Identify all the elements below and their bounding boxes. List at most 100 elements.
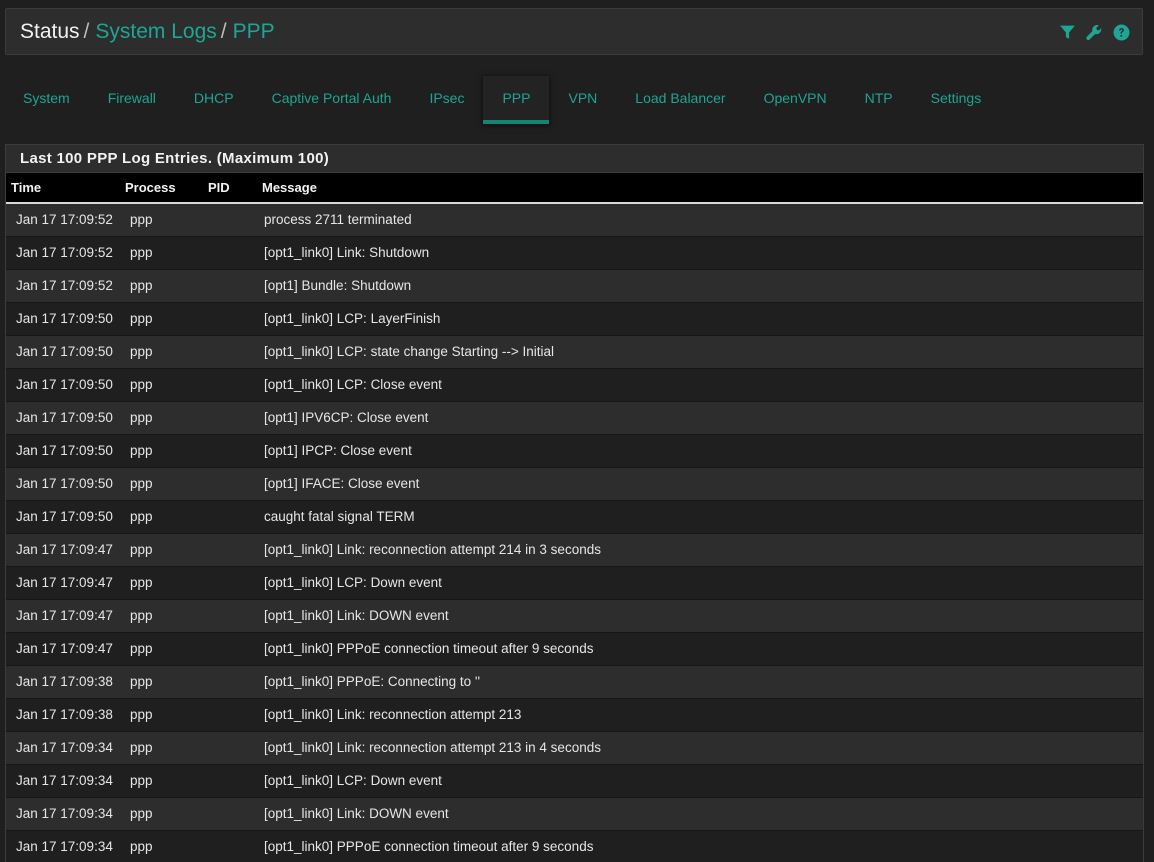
cell-time: Jan 17 17:09:52 xyxy=(16,278,113,293)
cell-process: ppp xyxy=(130,245,153,260)
tab-vpn[interactable]: VPN xyxy=(549,76,616,124)
tab-openvpn[interactable]: OpenVPN xyxy=(745,76,846,124)
table-row: Jan 17 17:09:52 ppp process 2711 terminate… xyxy=(6,203,1143,236)
table-row: Jan 17 17:09:50 ppp [opt1] IPV6CP: Close e… xyxy=(6,401,1143,434)
cell-process: ppp xyxy=(130,542,153,557)
tab-ppp[interactable]: PPP xyxy=(483,76,550,124)
cell-process: ppp xyxy=(130,806,153,821)
cell-time: Jan 17 17:09:34 xyxy=(16,839,113,855)
cell-message: [opt1_link0] LCP: state change Starting … xyxy=(264,344,555,359)
cell-pid xyxy=(203,203,257,236)
cell-process: ppp xyxy=(130,839,153,855)
cell-process: ppp xyxy=(130,674,153,689)
table-row: Jan 17 17:09:34 ppp [opt1_link0] PPPoE con… xyxy=(6,830,1143,862)
tab-firewall[interactable]: Firewall xyxy=(89,76,175,124)
cell-time: Jan 17 17:09:34 xyxy=(16,773,113,788)
tab-ipsec[interactable]: IPsec xyxy=(410,76,483,124)
panel-title: Last 100 PPP Log Entries. (Maximum 100) xyxy=(6,145,1143,173)
table-row: Jan 17 17:09:47 ppp [opt1_link0] Link: rec… xyxy=(6,533,1143,566)
cell-time: Jan 17 17:09:50 xyxy=(16,344,113,359)
cell-process: ppp xyxy=(130,476,153,491)
header-icons xyxy=(1058,23,1130,41)
cell-pid xyxy=(203,302,257,335)
cell-process: ppp xyxy=(130,773,153,788)
cell-pid xyxy=(203,665,257,698)
cell-process: ppp xyxy=(130,377,153,392)
table-row: Jan 17 17:09:50 ppp [opt1_link0] LCP: Laye… xyxy=(6,302,1143,335)
cell-message: [opt1_link0] Link: Shutdown xyxy=(264,245,430,260)
breadcrumb-system-logs[interactable]: System Logs xyxy=(95,20,216,43)
cell-pid xyxy=(203,269,257,302)
column-header-time: Time xyxy=(11,180,42,195)
table-row: Jan 17 17:09:50 ppp [opt1] IFACE: Close ev… xyxy=(6,467,1143,500)
table-row: Jan 17 17:09:50 ppp [opt1_link0] LCP: stat… xyxy=(6,335,1143,368)
wrench-icon[interactable] xyxy=(1085,23,1103,41)
cell-pid xyxy=(203,830,257,862)
cell-time: Jan 17 17:09:50 xyxy=(16,377,113,392)
cell-time: Jan 17 17:09:52 xyxy=(16,245,113,260)
table-row: Jan 17 17:09:52 ppp [opt1_link0] Link: Shu… xyxy=(6,236,1143,269)
cell-message: process 2711 terminated xyxy=(264,212,412,228)
cell-message: [opt1_link0] PPPoE connection timeout af… xyxy=(264,641,594,656)
cell-pid xyxy=(203,632,257,665)
cell-message: [opt1_link0] Link: reconnection attempt … xyxy=(264,542,601,557)
column-header-message: Message xyxy=(262,180,317,195)
log-panel: Last 100 PPP Log Entries. (Maximum 100) … xyxy=(5,144,1144,862)
table-row: Jan 17 17:09:34 ppp [opt1_link0] Link: DOW… xyxy=(6,797,1143,830)
cell-process: ppp xyxy=(130,608,153,623)
table-row: Jan 17 17:09:38 ppp [opt1_link0] PPPoE: Co… xyxy=(6,665,1143,698)
cell-message: [opt1_link0] LCP: Down event xyxy=(264,575,442,590)
cell-pid xyxy=(203,500,257,533)
cell-process: ppp xyxy=(130,509,153,524)
cell-process: ppp xyxy=(130,575,153,590)
cell-time: Jan 17 17:09:50 xyxy=(16,410,113,425)
tab-load-balancer[interactable]: Load Balancer xyxy=(616,76,744,124)
log-tabs: System Firewall DHCP Captive Portal Auth… xyxy=(4,76,1000,124)
cell-pid xyxy=(203,401,257,434)
cell-process: ppp xyxy=(130,641,153,656)
cell-message: caught fatal signal TERM xyxy=(264,509,415,524)
cell-message: [opt1] IPV6CP: Close event xyxy=(264,410,429,425)
table-row: Jan 17 17:09:50 ppp [opt1_link0] LCP: Clos… xyxy=(6,368,1143,401)
cell-message: [opt1_link0] PPPoE connection timeout af… xyxy=(264,839,594,855)
table-row: Jan 17 17:09:34 ppp [opt1_link0] LCP: Down… xyxy=(6,764,1143,797)
cell-time: Jan 17 17:09:47 xyxy=(16,608,113,623)
cell-pid xyxy=(203,434,257,467)
cell-time: Jan 17 17:09:50 xyxy=(16,476,113,491)
tab-ntp[interactable]: NTP xyxy=(846,76,912,124)
cell-message: [opt1_link0] Link: DOWN event xyxy=(264,806,449,821)
cell-message: [opt1_link0] LCP: LayerFinish xyxy=(264,311,441,326)
cell-message: [opt1_link0] PPPoE: Connecting to '' xyxy=(264,674,481,689)
cell-message: [opt1_link0] Link: reconnection attempt … xyxy=(264,740,601,755)
cell-message: [opt1_link0] LCP: Close event xyxy=(264,377,442,392)
cell-pid xyxy=(203,764,257,797)
cell-message: [opt1] Bundle: Shutdown xyxy=(264,278,412,293)
filter-icon[interactable] xyxy=(1058,23,1076,41)
table-header-row: Time Process PID Message xyxy=(6,173,1143,203)
cell-time: Jan 17 17:09:34 xyxy=(16,740,113,755)
help-icon[interactable] xyxy=(1112,23,1130,41)
cell-time: Jan 17 17:09:34 xyxy=(16,806,113,821)
tab-settings[interactable]: Settings xyxy=(912,76,1001,124)
cell-pid xyxy=(203,731,257,764)
table-row: Jan 17 17:09:34 ppp [opt1_link0] Link: rec… xyxy=(6,731,1143,764)
cell-process: ppp xyxy=(130,344,153,359)
cell-pid xyxy=(203,566,257,599)
column-header-pid: PID xyxy=(208,180,230,195)
cell-time: Jan 17 17:09:38 xyxy=(16,674,113,689)
cell-message: [opt1_link0] Link: reconnection attempt … xyxy=(264,707,522,722)
cell-time: Jan 17 17:09:47 xyxy=(16,542,113,557)
breadcrumb-ppp[interactable]: PPP xyxy=(233,20,275,43)
cell-time: Jan 17 17:09:47 xyxy=(16,575,113,590)
cell-process: ppp xyxy=(130,410,153,425)
cell-message: [opt1_link0] Link: DOWN event xyxy=(264,608,449,623)
tab-captive-portal-auth[interactable]: Captive Portal Auth xyxy=(253,76,411,124)
log-table: Time Process PID Message Jan 17 17:09:52… xyxy=(6,173,1143,862)
cell-time: Jan 17 17:09:47 xyxy=(16,641,113,656)
tab-system[interactable]: System xyxy=(4,76,89,124)
cell-time: Jan 17 17:09:50 xyxy=(16,311,113,326)
tab-dhcp[interactable]: DHCP xyxy=(175,76,253,124)
table-row: Jan 17 17:09:38 ppp [opt1_link0] Link: rec… xyxy=(6,698,1143,731)
cell-pid xyxy=(203,599,257,632)
breadcrumb-separator: / xyxy=(83,20,90,43)
